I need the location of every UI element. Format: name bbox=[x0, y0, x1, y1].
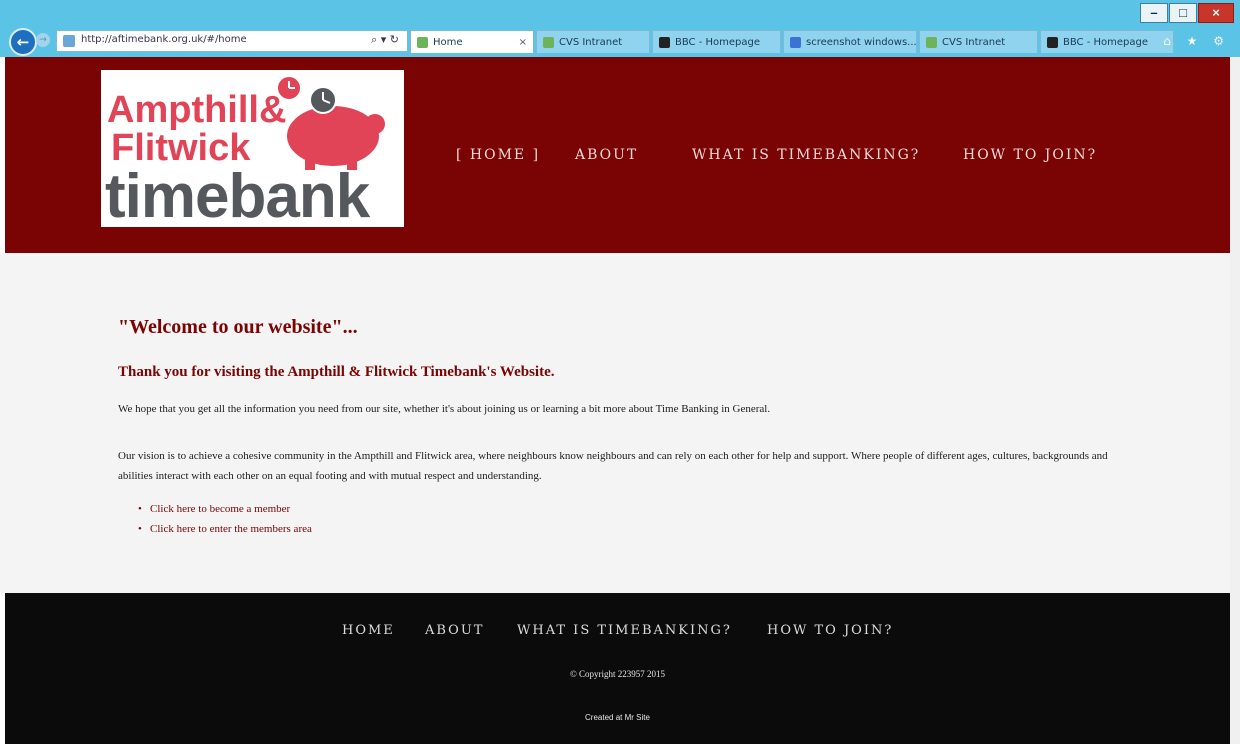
site-credit[interactable]: Created at Mr Site bbox=[5, 713, 1230, 722]
tab-bbc-homepage[interactable]: BBC - Homepage bbox=[652, 30, 781, 53]
back-button[interactable]: ← bbox=[9, 28, 37, 56]
blue-page-icon bbox=[790, 36, 801, 48]
green-globe-icon bbox=[543, 36, 554, 48]
tab-label: CVS Intranet bbox=[942, 36, 1006, 48]
home-favorites-settings-icons[interactable]: ⌂ ★ ⚙ bbox=[1163, 34, 1230, 48]
footer-nav-what-is-timebanking[interactable]: WHAT IS TIMEBANKING? bbox=[517, 623, 732, 638]
restore-button[interactable]: □ bbox=[1169, 3, 1197, 23]
tab-cvs-intranet[interactable]: CVS Intranet bbox=[536, 30, 650, 53]
member-links: • Click here to become a member • Click he… bbox=[138, 499, 312, 539]
vision-paragraph: Our vision is to achieve a cohesive comm… bbox=[118, 450, 1108, 482]
tab-cvs-intranet-2[interactable]: CVS Intranet bbox=[919, 30, 1038, 53]
tab-home[interactable]: Home × bbox=[410, 30, 534, 53]
search-refresh-icons[interactable]: ⌕ ▾ ↻ bbox=[371, 33, 399, 47]
page-subtitle: Thank you for visiting the Ampthill & Fl… bbox=[118, 364, 555, 380]
list-item: • Click here to become a member bbox=[138, 499, 312, 519]
copyright-text: © Copyright 223957 2015 bbox=[569, 669, 666, 679]
tab-label: BBC - Homepage bbox=[675, 36, 760, 48]
site-footer: HOME ABOUT WHAT IS TIMEBANKING? HOW TO J… bbox=[5, 593, 1230, 744]
window-controls: – □ × bbox=[1139, 3, 1234, 23]
tab-label: screenshot windows... bbox=[806, 36, 917, 48]
page-favicon-icon bbox=[63, 35, 75, 47]
web-page: Ampthill& Flitwick timebank [ HOME ] ABO… bbox=[0, 57, 1240, 744]
members-area-link[interactable]: Click here to enter the members area bbox=[150, 523, 312, 535]
bullet: • bbox=[138, 523, 142, 535]
timebank-logo[interactable]: Ampthill& Flitwick timebank bbox=[101, 70, 404, 227]
tab-label: BBC - Homepage bbox=[1063, 36, 1148, 48]
green-globe-icon bbox=[417, 36, 428, 48]
nav-how-to-join[interactable]: HOW TO JOIN? bbox=[963, 147, 1097, 163]
logo-line-3: timebank bbox=[105, 162, 370, 228]
become-member-link[interactable]: Click here to become a member bbox=[150, 503, 290, 515]
list-item: • Click here to enter the members area bbox=[138, 519, 312, 539]
bbc-icon bbox=[1047, 36, 1058, 48]
address-bar[interactable]: http://aftimebank.org.uk/#/home ⌕ ▾ ↻ bbox=[56, 30, 408, 52]
footer-nav-how-to-join[interactable]: HOW TO JOIN? bbox=[767, 623, 893, 638]
footer-nav-home[interactable]: HOME bbox=[342, 623, 395, 638]
tab-label: Home bbox=[433, 36, 463, 48]
logo-line-1: Ampthill& bbox=[107, 89, 287, 131]
close-tab-icon[interactable]: × bbox=[511, 37, 527, 48]
tab-label: CVS Intranet bbox=[559, 36, 623, 48]
piggy-bank-clock-icon bbox=[276, 75, 385, 170]
page-title: "Welcome to our website"... bbox=[118, 316, 358, 338]
green-globe-icon bbox=[926, 36, 937, 48]
bullet: • bbox=[138, 503, 142, 515]
browser-chrome: – □ × ← → http://aftimebank.org.uk/#/hom… bbox=[0, 0, 1240, 57]
minimize-button[interactable]: – bbox=[1140, 3, 1168, 23]
page-scrollbar[interactable] bbox=[1230, 57, 1240, 744]
address-url[interactable]: http://aftimebank.org.uk/#/home bbox=[81, 34, 247, 45]
bbc-icon bbox=[659, 36, 670, 48]
footer-nav-about[interactable]: ABOUT bbox=[425, 623, 484, 638]
site-header: Ampthill& Flitwick timebank [ HOME ] ABO… bbox=[5, 57, 1230, 253]
main-content: "Welcome to our website"... Thank you fo… bbox=[0, 253, 1230, 593]
nav-home[interactable]: [ HOME ] bbox=[456, 147, 540, 163]
forward-button[interactable]: → bbox=[36, 33, 50, 47]
tab-bbc-homepage-2[interactable]: BBC - Homepage bbox=[1040, 30, 1174, 53]
tab-strip: Home × CVS Intranet BBC - Homepage scree… bbox=[410, 30, 1176, 54]
nav-what-is-timebanking[interactable]: WHAT IS TIMEBANKING? bbox=[692, 147, 920, 163]
intro-paragraph: We hope that you get all the information… bbox=[118, 403, 771, 415]
close-window-button[interactable]: × bbox=[1198, 3, 1234, 23]
nav-about[interactable]: ABOUT bbox=[575, 147, 638, 163]
tab-screenshot-windows[interactable]: screenshot windows... bbox=[783, 30, 917, 53]
